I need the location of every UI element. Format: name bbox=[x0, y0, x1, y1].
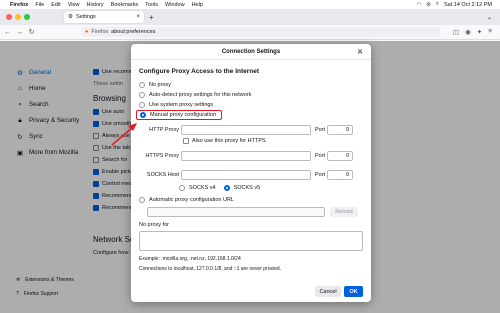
tab-title: Settings bbox=[75, 14, 96, 20]
checkbox-label: Also use this proxy for HTTPS bbox=[192, 138, 266, 144]
radio[interactable] bbox=[139, 197, 145, 203]
auto-config-row: Reload bbox=[147, 207, 365, 217]
https-port-input[interactable]: 0 bbox=[327, 150, 353, 161]
connection-settings-dialog: Connection Settings ✕ Configure Proxy Ac… bbox=[131, 44, 371, 302]
minimize-window-button[interactable] bbox=[15, 14, 21, 20]
radio-selected[interactable] bbox=[140, 112, 146, 118]
http-proxy-input[interactable] bbox=[181, 124, 311, 135]
radio[interactable] bbox=[139, 102, 145, 108]
menu-edit[interactable]: Edit bbox=[51, 2, 60, 8]
https-proxy-input[interactable] bbox=[181, 150, 311, 161]
port-label: Port bbox=[315, 171, 326, 178]
socks-port-input[interactable]: 0 bbox=[327, 169, 353, 180]
radio-label: SOCKS v5 bbox=[233, 185, 261, 191]
port-label: Port bbox=[315, 126, 326, 133]
pocket-icon[interactable]: ◫ bbox=[453, 28, 459, 36]
menu-help[interactable]: Help bbox=[192, 2, 203, 8]
auto-detect-option[interactable]: Auto-detect proxy settings for this netw… bbox=[139, 90, 365, 100]
http-proxy-label: HTTP Proxy bbox=[149, 126, 179, 133]
close-tab-icon[interactable]: × bbox=[136, 14, 140, 20]
radio[interactable] bbox=[139, 82, 145, 88]
new-tab-button[interactable]: + bbox=[149, 13, 154, 22]
dialog-body: Configure Proxy Access to the Internet N… bbox=[136, 68, 365, 272]
cancel-button[interactable]: Cancel bbox=[315, 286, 341, 297]
tab-settings[interactable]: ⚙ Settings × bbox=[64, 11, 144, 23]
maximize-window-button[interactable] bbox=[24, 14, 30, 20]
https-proxy-label: HTTPS Proxy bbox=[145, 152, 179, 159]
port-label: Port bbox=[315, 152, 326, 159]
datetime[interactable]: Sat 14 Oct 2:12 PM bbox=[444, 2, 492, 8]
example-text: Example: .mozilla.org, .net.nz, 192.168.… bbox=[139, 256, 241, 262]
proxy-heading: Configure Proxy Access to the Internet bbox=[139, 68, 260, 75]
settings-gear-icon: ⚙ bbox=[68, 14, 73, 20]
radio-label: No proxy bbox=[149, 82, 172, 88]
menu-tools[interactable]: Tools bbox=[145, 2, 158, 8]
system-proxy-option[interactable]: Use system proxy settings bbox=[139, 100, 365, 110]
menu-file[interactable]: File bbox=[35, 2, 44, 8]
radio-label: Manual proxy configuration bbox=[150, 112, 217, 118]
radio-label: SOCKS v4 bbox=[189, 185, 216, 191]
radio[interactable] bbox=[139, 92, 145, 98]
menu-history[interactable]: History bbox=[87, 2, 104, 8]
tab-strip: ⚙ Settings × + ⌄ bbox=[0, 9, 500, 25]
close-icon[interactable]: ✕ bbox=[357, 48, 363, 56]
forward-icon[interactable]: → bbox=[15, 29, 24, 36]
url-text[interactable]: about:preferences bbox=[111, 29, 155, 35]
menu-window[interactable]: Window bbox=[165, 2, 185, 8]
macos-menubar: Firefox File Edit View History Bookmarks… bbox=[0, 0, 500, 9]
localhost-note: Connections to localhost, 127.0.0.1/8, a… bbox=[139, 266, 282, 272]
socks-v4-radio[interactable] bbox=[179, 185, 185, 191]
reload-icon[interactable]: ↻ bbox=[27, 28, 36, 36]
menu-app-name[interactable]: Firefox bbox=[10, 2, 28, 8]
ok-button[interactable]: OK bbox=[344, 286, 363, 297]
auto-config-url-input[interactable] bbox=[147, 207, 325, 217]
back-icon[interactable]: ← bbox=[3, 29, 12, 36]
no-proxy-for-label: No proxy for bbox=[139, 222, 169, 228]
account-icon[interactable]: ◉ bbox=[465, 28, 471, 36]
window-controls bbox=[6, 14, 30, 20]
manual-proxy-option[interactable]: Manual proxy configuration bbox=[136, 110, 222, 120]
identity-label: Firefox bbox=[91, 29, 109, 35]
url-bar[interactable]: ● Firefox about:preferences bbox=[81, 27, 441, 37]
also-https-checkbox[interactable] bbox=[183, 138, 189, 144]
menu-view[interactable]: View bbox=[68, 2, 80, 8]
socks-version-row: SOCKS v4 SOCKS v5 bbox=[179, 183, 365, 193]
extensions-icon[interactable]: ✦ bbox=[477, 28, 482, 36]
wifi-icon[interactable]: ◠ bbox=[416, 2, 421, 8]
nav-bar: ← → ↻ ● Firefox about:preferences ◫ ◉ ✦ … bbox=[0, 25, 500, 40]
dialog-titlebar: Connection Settings ✕ bbox=[131, 44, 371, 60]
control-center-icon[interactable]: ⊜ bbox=[426, 2, 431, 8]
radio-label: Auto-detect proxy settings for this netw… bbox=[149, 92, 252, 98]
menu-icon[interactable]: ≡ bbox=[488, 28, 492, 36]
socks-host-label: SOCKS Host bbox=[146, 171, 179, 178]
close-window-button[interactable] bbox=[6, 14, 12, 20]
socks-host-input[interactable] bbox=[181, 169, 311, 180]
http-proxy-row: HTTP Proxy Port 0 bbox=[139, 123, 365, 136]
firefox-icon: ● bbox=[85, 29, 89, 35]
also-https-row[interactable]: Also use this proxy for HTTPS bbox=[183, 136, 365, 146]
no-proxy-option[interactable]: No proxy bbox=[139, 80, 365, 90]
no-proxy-for-textarea[interactable] bbox=[139, 231, 363, 251]
reload-button[interactable]: Reload bbox=[330, 207, 358, 217]
menu-bookmarks[interactable]: Bookmarks bbox=[111, 2, 139, 8]
radio-label: Automatic proxy configuration URL bbox=[149, 197, 234, 203]
search-icon[interactable]: ⌕ bbox=[436, 1, 439, 8]
socks-host-row: SOCKS Host Port 0 bbox=[139, 168, 365, 181]
radio-label: Use system proxy settings bbox=[149, 102, 214, 108]
socks-v5-radio[interactable] bbox=[223, 185, 230, 191]
https-proxy-row: HTTPS Proxy Port 0 bbox=[139, 149, 365, 162]
dialog-title: Connection Settings bbox=[221, 48, 281, 55]
http-port-input[interactable]: 0 bbox=[327, 124, 353, 135]
auto-config-option[interactable]: Automatic proxy configuration URL bbox=[139, 195, 365, 205]
list-tabs-chevron-icon[interactable]: ⌄ bbox=[487, 14, 492, 21]
